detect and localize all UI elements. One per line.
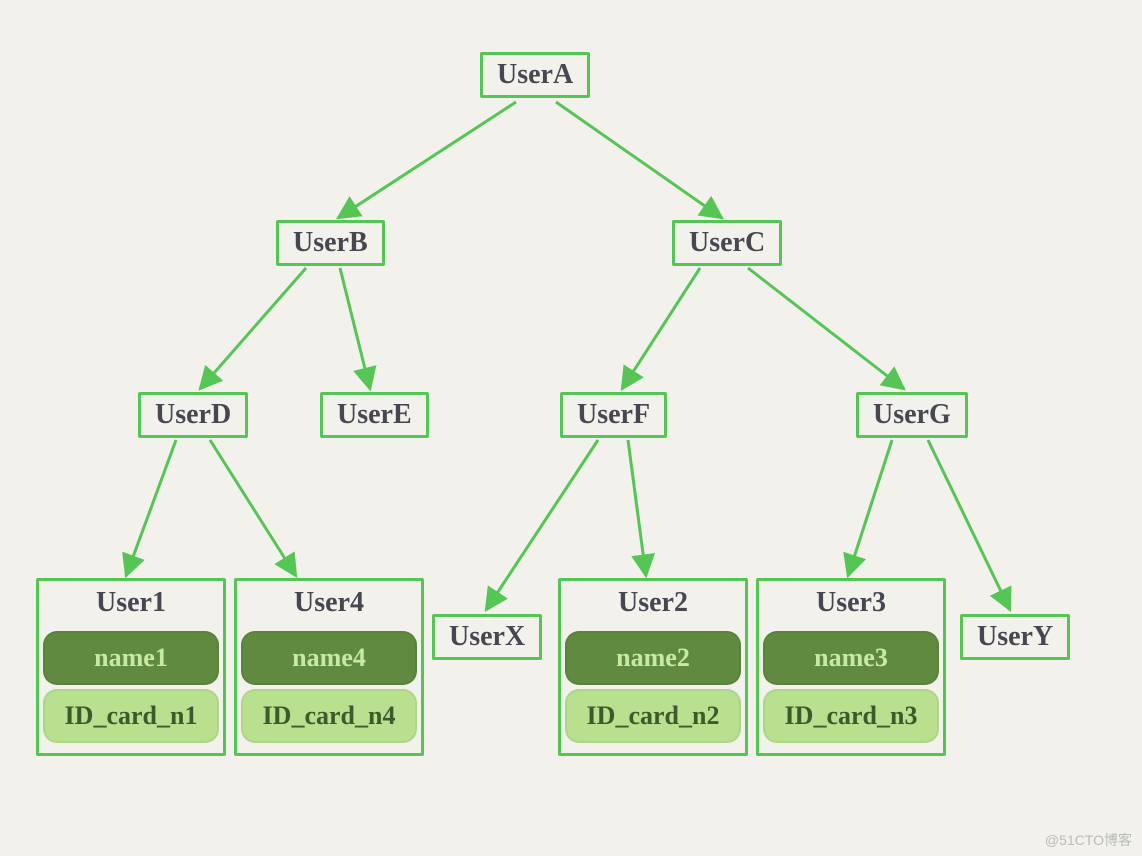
name-label: name2	[616, 643, 690, 673]
idcard-pill: ID_card_n1	[43, 689, 219, 743]
node-user-c: UserC	[672, 220, 782, 266]
watermark: @51CTO博客	[1045, 830, 1132, 850]
node-user-3: User3 name3 ID_card_n3	[756, 578, 946, 756]
node-user-d: UserD	[138, 392, 248, 438]
node-label: UserD	[155, 399, 231, 431]
idcard-label: ID_card_n1	[65, 701, 198, 731]
node-label: UserC	[689, 227, 765, 259]
name-pill: name4	[241, 631, 417, 685]
idcard-pill: ID_card_n3	[763, 689, 939, 743]
idcard-pill: ID_card_n2	[565, 689, 741, 743]
node-user-f: UserF	[560, 392, 667, 438]
node-label: UserG	[873, 399, 951, 431]
name-label: name4	[292, 643, 366, 673]
node-user-g: UserG	[856, 392, 968, 438]
node-title: User4	[294, 587, 364, 619]
node-title: User2	[618, 587, 688, 619]
node-user-e: UserE	[320, 392, 429, 438]
node-title: User3	[816, 587, 886, 619]
name-label: name3	[814, 643, 888, 673]
node-label: UserY	[977, 621, 1053, 653]
node-user-x: UserX	[432, 614, 542, 660]
node-label: UserF	[577, 399, 650, 431]
node-user-b: UserB	[276, 220, 385, 266]
node-label: UserE	[337, 399, 412, 431]
node-label: UserA	[497, 59, 573, 91]
name-pill: name2	[565, 631, 741, 685]
name-label: name1	[94, 643, 168, 673]
idcard-label: ID_card_n3	[785, 701, 918, 731]
node-user-4: User4 name4 ID_card_n4	[234, 578, 424, 756]
node-user-a: UserA	[480, 52, 590, 98]
node-user-y: UserY	[960, 614, 1070, 660]
node-title: User1	[96, 587, 166, 619]
node-user-1: User1 name1 ID_card_n1	[36, 578, 226, 756]
node-user-2: User2 name2 ID_card_n2	[558, 578, 748, 756]
name-pill: name1	[43, 631, 219, 685]
idcard-label: ID_card_n2	[587, 701, 720, 731]
node-label: UserX	[449, 621, 525, 653]
name-pill: name3	[763, 631, 939, 685]
idcard-pill: ID_card_n4	[241, 689, 417, 743]
node-label: UserB	[293, 227, 368, 259]
idcard-label: ID_card_n4	[263, 701, 396, 731]
